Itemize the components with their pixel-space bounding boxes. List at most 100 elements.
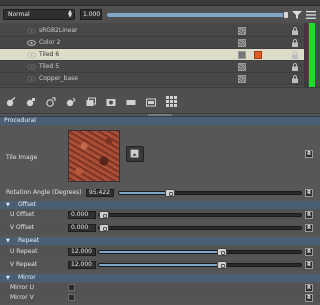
blend-mode-select[interactable]: Normal ▲ ▼: [3, 9, 75, 20]
eye-icon[interactable]: [27, 27, 36, 35]
v-offset-field[interactable]: 0.000: [68, 224, 96, 232]
repeat-section-header[interactable]: ▼ Repeat: [0, 237, 320, 245]
opacity-slider[interactable]: [107, 11, 289, 19]
reset-u-offset-button[interactable]: R: [305, 211, 313, 219]
layer-name: Copper_base: [39, 75, 78, 82]
u-repeat-slider[interactable]: [98, 248, 302, 256]
eye-icon[interactable]: [27, 51, 36, 59]
u-repeat-slider-fill: [99, 251, 222, 253]
u-repeat-slider-thumb[interactable]: [217, 248, 227, 256]
u-repeat-label: U Repeat: [10, 248, 38, 255]
u-repeat-field[interactable]: 12.000: [68, 248, 96, 256]
layer-group-icon[interactable]: [86, 97, 96, 107]
v-repeat-label: V Repeat: [10, 261, 38, 268]
eye-icon[interactable]: [27, 63, 36, 71]
mirror-v-label: Mirror V: [10, 294, 34, 301]
layer-name: Tiled 5: [39, 63, 60, 70]
layer-name: sRGB2Linear: [39, 27, 78, 34]
tile-image-preview[interactable]: [68, 130, 120, 182]
rotation-slider-fill: [119, 192, 170, 194]
fill-layer-icon[interactable]: [26, 97, 36, 107]
add-mask-icon[interactable]: [106, 97, 116, 107]
filter-icon[interactable]: [292, 11, 302, 19]
layer-row[interactable]: sRGB2Linear: [0, 25, 304, 37]
lock-icon[interactable]: [291, 63, 299, 71]
u-repeat-row: U Repeat 12.000 R: [0, 246, 320, 258]
adjustment-layer-icon[interactable]: [66, 97, 76, 107]
mirror-u-checkbox[interactable]: [68, 284, 75, 291]
offset-section-header[interactable]: ▼ Offset: [0, 201, 320, 209]
layer-list-scrollbar[interactable]: [304, 23, 308, 87]
eye-icon[interactable]: [27, 39, 36, 47]
blend-opacity-row: Normal ▲ ▼ 1.000: [0, 6, 320, 23]
v-repeat-field[interactable]: 12.000: [68, 261, 96, 269]
rotation-label: Rotation Angle (Degrees): [6, 189, 82, 196]
mirror-u-label: Mirror U: [10, 284, 34, 291]
layer-effect-icon[interactable]: [254, 51, 262, 59]
lock-icon[interactable]: [291, 51, 299, 59]
offset-section-title: Offset: [18, 201, 37, 208]
u-offset-label: U Offset: [10, 211, 35, 218]
grid-icon[interactable]: [166, 96, 177, 107]
rotation-field[interactable]: 95.422: [86, 189, 114, 197]
chevron-updown-icon: ▲ ▼: [68, 9, 72, 19]
opacity-field[interactable]: 1.000: [80, 9, 102, 20]
mirror-section-header[interactable]: ▼ Mirror: [0, 274, 320, 282]
collapse-triangle-icon: ▼: [6, 238, 10, 244]
lock-icon[interactable]: [291, 27, 299, 35]
reset-mirror-u-button[interactable]: R: [305, 284, 313, 292]
layer-thumbnail: [238, 27, 246, 35]
u-offset-slider[interactable]: [98, 211, 302, 219]
mirror-v-row: Mirror V R: [0, 293, 320, 303]
rotation-slider-thumb[interactable]: [165, 189, 175, 197]
panel-menu-icon[interactable]: [306, 10, 316, 20]
u-offset-slider-thumb[interactable]: [99, 211, 109, 219]
layer-thumbnail: [238, 51, 246, 59]
reset-mirror-v-button[interactable]: R: [305, 294, 313, 302]
v-offset-row: V Offset 0.000 R: [0, 222, 320, 234]
lock-icon[interactable]: [291, 39, 299, 47]
layer-row[interactable]: Copper_base: [0, 73, 304, 85]
u-offset-row: U Offset 0.000 R: [0, 209, 320, 221]
reset-v-repeat-button[interactable]: R: [305, 261, 313, 269]
v-repeat-slider-thumb[interactable]: [217, 261, 227, 269]
repeat-section-title: Repeat: [18, 237, 40, 244]
mirror-v-checkbox[interactable]: [68, 294, 75, 301]
layer-row[interactable]: Tiled 5: [0, 61, 304, 73]
v-offset-slider-thumb[interactable]: [99, 224, 109, 232]
mirror-section-title: Mirror: [18, 274, 36, 281]
opacity-slider-thumb[interactable]: [283, 11, 289, 19]
v-repeat-slider-fill: [99, 264, 222, 266]
status-indicator-bar: [309, 23, 315, 87]
layer-thumbnail: [238, 39, 246, 47]
effects-icon[interactable]: [146, 97, 156, 107]
tile-image-label: Tile Image: [6, 154, 38, 161]
rotation-slider[interactable]: [118, 189, 302, 197]
image-import-icon: [130, 149, 139, 158]
layer-row[interactable]: Tiled 6: [0, 49, 304, 61]
reset-tile-image-button[interactable]: R: [305, 150, 313, 158]
reset-rotation-button[interactable]: R: [305, 189, 313, 197]
eye-icon[interactable]: [27, 75, 36, 83]
v-offset-label: V Offset: [10, 224, 35, 231]
layer-thumbnail: [238, 63, 246, 71]
v-offset-slider[interactable]: [98, 224, 302, 232]
procedural-section-header[interactable]: Procedural: [0, 116, 320, 125]
reset-u-repeat-button[interactable]: R: [305, 248, 313, 256]
mirror-u-row: Mirror U R: [0, 283, 320, 293]
paint-layer-icon[interactable]: [6, 97, 16, 107]
collapse-triangle-icon: ▼: [6, 202, 10, 208]
layer-name: Color 2: [39, 39, 61, 46]
collapse-triangle-icon: ▼: [6, 275, 10, 281]
layer-toolbar: [0, 87, 320, 114]
procedural-layer-icon[interactable]: [46, 97, 56, 107]
delete-icon[interactable]: [126, 97, 136, 107]
layer-name: Tiled 6: [39, 51, 60, 58]
v-repeat-slider[interactable]: [98, 261, 302, 269]
layer-list: sRGB2Linear Color 2 Tiled 6 Tiled 5 Copp…: [0, 23, 320, 87]
load-image-button[interactable]: [126, 146, 144, 162]
u-offset-field[interactable]: 0.000: [68, 211, 96, 219]
lock-icon[interactable]: [291, 75, 299, 83]
layer-row[interactable]: Color 2: [0, 37, 304, 49]
reset-v-offset-button[interactable]: R: [305, 224, 313, 232]
